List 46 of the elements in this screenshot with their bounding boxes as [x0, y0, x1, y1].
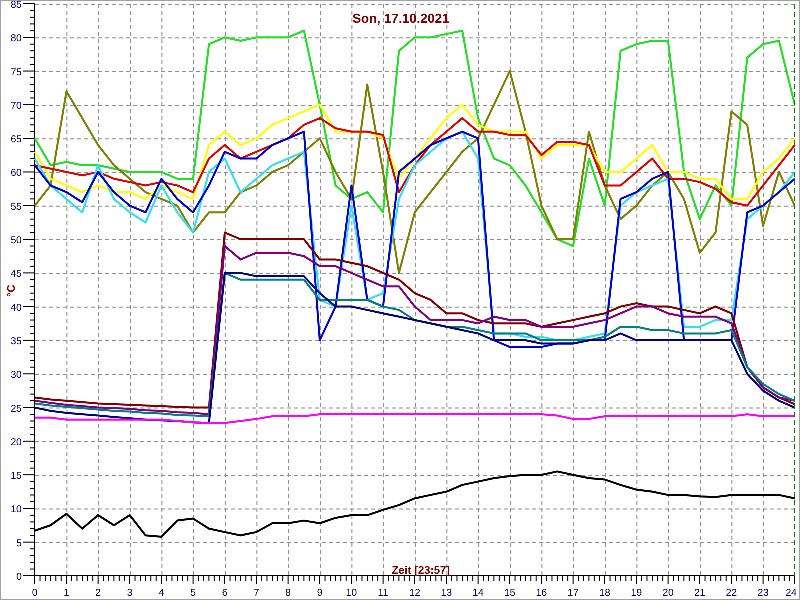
x-tick-label: 5 — [190, 588, 196, 599]
x-tick-label: 9 — [317, 588, 323, 599]
y-tick-label: 35 — [10, 336, 22, 348]
y-tick-label: 5 — [16, 538, 22, 550]
y-tick-label: 85 — [10, 1, 22, 11]
y-axis-label: °C — [6, 284, 18, 298]
y-tick-label: 70 — [10, 100, 22, 112]
y-tick-label: 10 — [10, 504, 22, 516]
x-tick-label: 20 — [662, 588, 674, 599]
x-tick-label: 19 — [631, 588, 642, 599]
x-tick-label: 10 — [346, 588, 358, 599]
x-tick-label: 11 — [378, 588, 389, 599]
x-tick-label: 14 — [472, 588, 484, 599]
y-tick-label: 20 — [10, 437, 22, 448]
x-tick-label: 12 — [409, 588, 421, 599]
y-tick-label: 80 — [10, 34, 22, 45]
x-tick-label: 13 — [441, 588, 452, 599]
x-tick-label: 23 — [758, 588, 769, 599]
y-tick-label: 65 — [10, 134, 22, 146]
x-tick-label: 18 — [599, 588, 611, 599]
y-tick-label: 55 — [10, 202, 22, 213]
x-tick-label: 0 — [32, 588, 38, 599]
x-tick-label: 6 — [222, 588, 228, 599]
y-tick-label: 75 — [10, 67, 22, 78]
y-tick-label: 45 — [10, 269, 22, 280]
y-tick-label: 50 — [10, 236, 22, 247]
x-tick-label: 8 — [286, 588, 292, 599]
y-tick-label: 60 — [10, 168, 22, 180]
x-axis-label: Zeit [23:57] — [392, 565, 450, 577]
x-tick-label: 17 — [568, 588, 579, 599]
y-tick-label: 40 — [10, 302, 22, 314]
y-tick-label: 15 — [10, 471, 22, 482]
y-tick-label: 25 — [10, 404, 22, 415]
chart-title: Son, 17.10.2021 — [352, 11, 450, 26]
x-tick-label: 1 — [64, 588, 70, 599]
y-tick-label: 0 — [16, 572, 22, 583]
x-tick-label: 21 — [694, 588, 706, 599]
x-tick-label: 3 — [127, 588, 133, 599]
x-tick-label: 4 — [158, 588, 164, 599]
x-tick-label: 16 — [536, 588, 548, 599]
x-tick-label: 15 — [504, 588, 516, 599]
x-tick-label: 7 — [254, 588, 260, 599]
x-tick-label: 2 — [96, 588, 102, 599]
x-tick-label: 22 — [726, 588, 738, 599]
x-tick-label: 24 — [786, 588, 797, 599]
y-tick-label: 30 — [10, 370, 22, 382]
